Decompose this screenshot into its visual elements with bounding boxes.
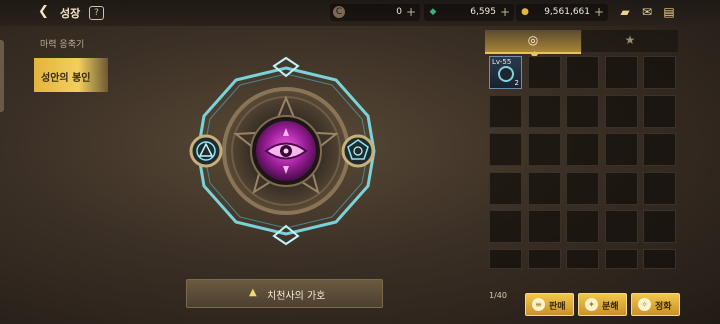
item-level: Lv-55: [492, 58, 512, 66]
crystal-icon: C: [333, 6, 345, 18]
chat-icon[interactable]: ▤: [661, 5, 677, 19]
help-button[interactable]: ?: [89, 6, 104, 20]
empty-inventory-slot[interactable]: [643, 171, 676, 205]
empty-inventory-slot[interactable]: [604, 56, 638, 89]
empty-inventory-slot[interactable]: [643, 94, 676, 128]
star-icon: ★: [624, 33, 636, 47]
empty-inventory-slot[interactable]: [489, 171, 522, 205]
empty-inventory-slot[interactable]: [527, 171, 561, 205]
item-count: 2: [514, 79, 519, 87]
empty-inventory-slot[interactable]: [527, 210, 561, 243]
tab-equipment[interactable]: ◎: [485, 30, 581, 54]
empty-inventory-slot[interactable]: [527, 133, 561, 166]
empty-inventory-slot[interactable]: [566, 133, 599, 166]
empty-inventory-slot[interactable]: [566, 248, 599, 269]
disassemble-button[interactable]: ✦ 분해: [578, 293, 627, 316]
empty-inventory-slot[interactable]: [489, 248, 522, 269]
treasure-chest-icon[interactable]: ▰: [617, 5, 633, 19]
inventory-capacity: 1/40: [489, 291, 507, 300]
sidebar-item-label: 성안의 봉인: [41, 73, 91, 84]
add-gem-button[interactable]: +: [500, 5, 510, 19]
right-rune-slot: [341, 134, 375, 168]
empty-inventory-slot[interactable]: [566, 171, 599, 205]
mail-icon[interactable]: ✉: [639, 5, 655, 19]
empty-inventory-slot[interactable]: [604, 94, 638, 128]
back-arrow-icon[interactable]: ❮: [38, 5, 52, 19]
chevron-up-icon: ▲: [249, 287, 257, 298]
purify-button[interactable]: ✧ 정화: [631, 293, 680, 316]
empty-inventory-slot[interactable]: [566, 56, 599, 89]
currency-crystal: C 0 +: [330, 4, 420, 21]
inventory-item-slot[interactable]: Lv-55 2: [489, 56, 522, 89]
add-crystal-button[interactable]: +: [406, 5, 416, 19]
currency-value: 6,595: [470, 7, 496, 17]
empty-inventory-slot[interactable]: [604, 210, 638, 243]
empty-inventory-slot[interactable]: [527, 248, 561, 269]
inventory-tabs: ◎ ★: [485, 30, 678, 59]
button-label: 치천사의 가호: [267, 291, 326, 302]
empty-inventory-slot[interactable]: [604, 133, 638, 166]
empty-inventory-slot[interactable]: [489, 210, 522, 243]
empty-inventory-slot[interactable]: [489, 94, 522, 128]
empty-inventory-slot[interactable]: [604, 248, 638, 269]
currency-value: 0: [396, 7, 402, 17]
currency-value: 9,561,661: [544, 7, 590, 17]
left-rune-slot: [189, 134, 223, 168]
collapse-handle[interactable]: [0, 40, 4, 112]
empty-inventory-slot[interactable]: [527, 94, 561, 128]
empty-inventory-slot[interactable]: [643, 56, 676, 89]
coins-icon: ≡: [532, 298, 545, 311]
currency-gem: ◆ 6,595 +: [424, 4, 514, 21]
archangel-blessing-button[interactable]: ▲ 치천사의 가호: [186, 279, 383, 308]
add-gold-button[interactable]: +: [594, 5, 604, 19]
empty-inventory-slot[interactable]: [566, 94, 599, 128]
empty-inventory-slot[interactable]: [643, 133, 676, 166]
rune-ring-icon: [498, 66, 514, 82]
empty-inventory-slot[interactable]: [604, 171, 638, 205]
sidebar-item-seal[interactable]: 성안의 봉인: [34, 58, 108, 92]
gear-ring-icon: ◎: [527, 33, 539, 47]
green-gem-icon: ◆: [429, 7, 437, 17]
empty-inventory-slot[interactable]: [643, 248, 676, 269]
sell-button[interactable]: ≡ 판매: [525, 293, 574, 316]
purify-icon: ✧: [638, 298, 651, 311]
sell-label: 판매: [549, 302, 566, 312]
disassemble-icon: ✦: [585, 298, 598, 311]
tab-favorites[interactable]: ★: [582, 30, 678, 52]
empty-inventory-slot[interactable]: [566, 210, 599, 243]
gold-coin-icon: ●: [521, 7, 529, 17]
empty-inventory-slot[interactable]: [527, 56, 561, 89]
disassemble-label: 분해: [602, 302, 619, 312]
empty-inventory-slot[interactable]: [643, 210, 676, 243]
currency-gold: ● 9,561,661 +: [516, 4, 608, 21]
seal-emblem: [189, 56, 376, 246]
page-title: 성장: [60, 7, 81, 20]
sidebar-section-title: 마력 응축기: [40, 40, 85, 50]
empty-inventory-slot[interactable]: [489, 133, 522, 166]
purify-label: 정화: [655, 302, 672, 312]
